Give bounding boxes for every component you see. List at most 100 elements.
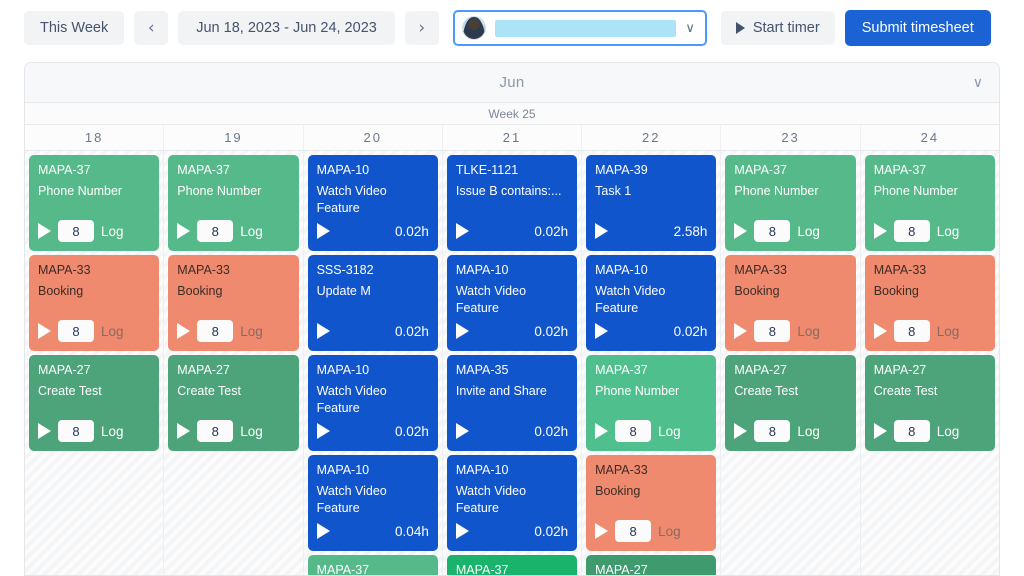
hours-input[interactable]: 8 (754, 220, 791, 242)
log-button[interactable]: Log (240, 224, 263, 239)
log-button[interactable]: Log (937, 224, 960, 239)
play-icon[interactable] (595, 223, 609, 239)
user-select[interactable]: ∨ (452, 10, 707, 46)
play-icon[interactable] (455, 223, 469, 239)
play-icon[interactable] (316, 223, 330, 239)
play-icon[interactable] (177, 423, 191, 439)
hours-input[interactable]: 8 (197, 320, 234, 342)
worklog-card[interactable]: MAPA-37 Phone Number 8 Log (168, 155, 299, 251)
hours-input[interactable]: 8 (197, 420, 234, 442)
play-icon[interactable] (316, 423, 330, 439)
worklog-card[interactable]: MAPA-35 Invite and Share 0.02h (446, 355, 578, 451)
worklog-card[interactable]: MAPA-33 Booking 8 Log (864, 255, 995, 351)
play-icon[interactable] (177, 323, 191, 339)
next-week-button[interactable]: › (404, 11, 439, 45)
play-icon[interactable] (734, 223, 748, 239)
date-range-button[interactable]: Jun 18, 2023 - Jun 24, 2023 (178, 11, 395, 45)
hours-input[interactable]: 8 (58, 220, 94, 242)
day-column-18[interactable]: MAPA-37 Phone Number 8 Log MAPA-33 Booking 8 Lo… (25, 151, 165, 575)
play-icon[interactable] (595, 323, 609, 339)
play-icon[interactable] (595, 523, 609, 539)
day-header-20[interactable]: 20 (303, 125, 443, 150)
hours-input[interactable]: 8 (893, 220, 930, 242)
worklog-card[interactable]: MAPA-27 Create Test 8 Log (168, 355, 299, 451)
hours-input[interactable]: 8 (754, 320, 791, 342)
play-icon[interactable] (38, 423, 51, 439)
log-button[interactable]: Log (797, 224, 820, 239)
worklog-card[interactable]: MAPA-10 Watch Video Feature 0.02h (586, 255, 717, 351)
worklog-card[interactable]: MAPA-37 Phone Number 8 Log (864, 155, 995, 251)
hours-input[interactable]: 8 (615, 520, 652, 542)
play-icon[interactable] (177, 223, 191, 239)
hours-input[interactable]: 8 (893, 420, 930, 442)
day-column-20[interactable]: MAPA-10 Watch Video Feature 0.02h SSS-3182 U… (303, 151, 443, 575)
worklog-card[interactable]: MAPA-10 Watch Video Feature 0.02h (446, 255, 578, 351)
play-icon[interactable] (455, 323, 469, 339)
worklog-card[interactable]: MAPA-10 Watch Video Feature 0.04h (307, 455, 438, 551)
play-icon[interactable] (455, 423, 469, 439)
hours-input[interactable]: 8 (58, 420, 94, 442)
play-icon[interactable] (38, 323, 51, 339)
worklog-card[interactable]: MAPA-37 Phone Number 8 Log (725, 155, 856, 251)
day-header-22[interactable]: 22 (582, 125, 722, 150)
worklog-card[interactable]: SSS-3182 Update M 0.02h (307, 255, 438, 351)
worklog-card[interactable]: TLKE-1121 Issue B contains:... 0.02h (446, 155, 578, 251)
day-header-23[interactable]: 23 (721, 125, 861, 150)
day-header-19[interactable]: 19 (164, 125, 304, 150)
day-header-24[interactable]: 24 (860, 125, 999, 150)
play-icon[interactable] (873, 323, 887, 339)
day-column-22[interactable]: MAPA-39 Task 1 2.58h MAPA-10 Watch Video Fea… (582, 151, 722, 575)
worklog-card[interactable]: MAPA-10 Watch Video Feature 0.02h (307, 355, 438, 451)
play-icon[interactable] (316, 323, 330, 339)
day-column-23[interactable]: MAPA-37 Phone Number 8 Log MAPA-33 Booking 8 Lo… (721, 151, 861, 575)
play-icon[interactable] (38, 223, 51, 239)
submit-timesheet-button[interactable]: Submit timesheet (844, 10, 991, 46)
hours-input[interactable]: 8 (615, 420, 652, 442)
play-icon[interactable] (873, 423, 887, 439)
worklog-card[interactable]: MAPA-10 Watch Video Feature 0.02h (446, 455, 578, 551)
log-button[interactable]: Log (101, 424, 124, 439)
day-header-21[interactable]: 21 (442, 125, 583, 150)
previous-week-button[interactable]: ‹ (134, 11, 169, 45)
log-button[interactable]: Log (797, 424, 820, 439)
log-button[interactable]: Log (240, 424, 263, 439)
start-timer-button[interactable]: Start timer (720, 11, 835, 45)
worklog-card[interactable]: MAPA-33 Booking 8 Log (586, 455, 717, 551)
play-icon[interactable] (873, 223, 887, 239)
worklog-card[interactable]: MAPA-10 Watch Video Feature 0.02h (307, 155, 438, 251)
log-button[interactable]: Log (101, 324, 124, 339)
day-column-19[interactable]: MAPA-37 Phone Number 8 Log MAPA-33 Booking 8 Lo… (164, 151, 304, 575)
worklog-card[interactable]: MAPA-33 Booking 8 Log (725, 255, 856, 351)
worklog-card[interactable]: MAPA-27 Create Test 8 Log (29, 355, 160, 451)
log-button[interactable]: Log (658, 424, 681, 439)
play-icon[interactable] (455, 523, 469, 539)
worklog-card[interactable]: MAPA-37 Phone Number 8 Log (29, 155, 160, 251)
worklog-card[interactable]: MAPA-27 Create Test 8 Log (725, 355, 856, 451)
worklog-card[interactable]: MAPA-27 Create Test 8 Log (864, 355, 995, 451)
day-header-18[interactable]: 18 (25, 125, 165, 150)
play-icon[interactable] (595, 423, 609, 439)
worklog-card[interactable]: MAPA-27 (586, 555, 717, 575)
hours-input[interactable]: 8 (754, 420, 791, 442)
log-button[interactable]: Log (937, 424, 960, 439)
collapse-chevron-down-icon[interactable]: ∨ (973, 75, 983, 91)
worklog-card[interactable]: MAPA-37 Phone Number 8 Log (586, 355, 717, 451)
worklog-card[interactable]: MAPA-33 Booking 8 Log (168, 255, 299, 351)
log-button[interactable]: Log (101, 224, 124, 239)
play-icon[interactable] (734, 423, 748, 439)
log-button[interactable]: Log (797, 324, 820, 339)
day-column-24[interactable]: MAPA-37 Phone Number 8 Log MAPA-33 Booking 8 Lo… (860, 151, 999, 575)
play-icon[interactable] (734, 323, 748, 339)
hours-input[interactable]: 8 (197, 220, 234, 242)
log-button[interactable]: Log (658, 524, 681, 539)
this-week-button[interactable]: This Week (24, 11, 125, 45)
hours-input[interactable]: 8 (58, 320, 94, 342)
worklog-card[interactable]: MAPA-39 Task 1 2.58h (586, 155, 717, 251)
worklog-card[interactable]: MAPA-33 Booking 8 Log (29, 255, 160, 351)
hours-input[interactable]: 8 (893, 320, 930, 342)
play-icon[interactable] (316, 523, 330, 539)
worklog-card[interactable]: MAPA-37 (446, 555, 578, 575)
log-button[interactable]: Log (937, 324, 960, 339)
worklog-card[interactable]: MAPA-37 (307, 555, 438, 575)
log-button[interactable]: Log (240, 324, 263, 339)
